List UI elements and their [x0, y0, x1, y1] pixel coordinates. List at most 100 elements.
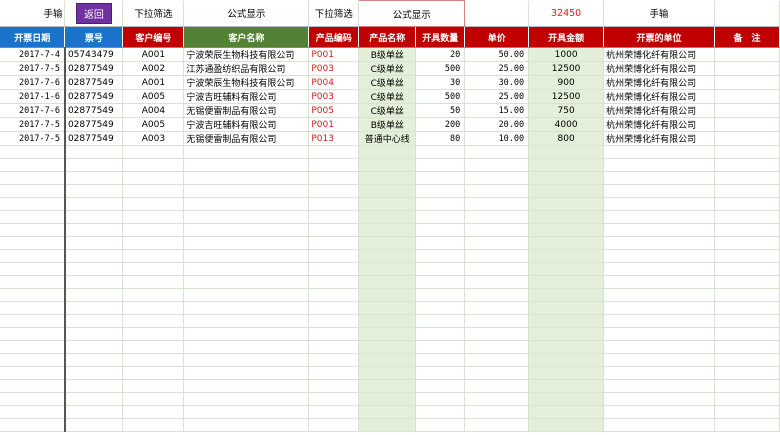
cell-amount[interactable]: [528, 288, 605, 302]
cell-invoice-no[interactable]: 02877549: [63, 75, 124, 90]
cell-product-code[interactable]: P001: [308, 117, 360, 132]
cell-remarks[interactable]: [714, 197, 780, 211]
cell-customer-id[interactable]: [122, 301, 185, 315]
cell-customer-name[interactable]: [183, 145, 310, 159]
cell-product-code[interactable]: [308, 392, 360, 406]
cell-remarks[interactable]: [714, 327, 780, 341]
cell-unit-price[interactable]: [464, 327, 530, 341]
cell-customer-id[interactable]: [122, 353, 185, 367]
cell-amount[interactable]: 900: [528, 75, 605, 90]
cell-quantity[interactable]: [415, 184, 466, 198]
cell-date[interactable]: [0, 223, 66, 237]
cell-customer-id[interactable]: [122, 275, 185, 289]
cell-issuer[interactable]: 杭州荣博化纤有限公司: [603, 61, 716, 76]
cell-remarks[interactable]: [714, 262, 780, 276]
cell-product-code[interactable]: [308, 418, 360, 432]
cell-date[interactable]: [0, 301, 66, 315]
cell-product-name[interactable]: [358, 366, 417, 380]
cell-issuer[interactable]: [603, 392, 716, 406]
cell-issuer[interactable]: [603, 197, 716, 211]
cell-customer-name[interactable]: [183, 392, 310, 406]
cell-unit-price[interactable]: [464, 223, 530, 237]
cell-date[interactable]: 2017-1-6: [0, 89, 66, 104]
cell-remarks[interactable]: [714, 103, 780, 118]
cell-customer-name[interactable]: [183, 171, 310, 185]
cell-quantity[interactable]: [415, 171, 466, 185]
cell-invoice-no[interactable]: 02877549: [63, 61, 124, 76]
cell-date[interactable]: [0, 340, 66, 354]
cell-amount[interactable]: [528, 340, 605, 354]
cell-invoice-no[interactable]: 05743479: [63, 47, 124, 62]
cell-issuer[interactable]: 杭州荣博化纤有限公司: [603, 89, 716, 104]
cell-product-name[interactable]: [358, 327, 417, 341]
cell-remarks[interactable]: [714, 249, 780, 263]
cell-product-name[interactable]: [358, 184, 417, 198]
cell-quantity[interactable]: [415, 314, 466, 328]
cell-invoice-no[interactable]: [63, 340, 124, 354]
cell-customer-name[interactable]: [183, 249, 310, 263]
cell-amount[interactable]: 12500: [528, 61, 605, 76]
cell-customer-name[interactable]: [183, 223, 310, 237]
cell-product-name[interactable]: [358, 197, 417, 211]
cell-issuer[interactable]: [603, 275, 716, 289]
cell-invoice-no[interactable]: [63, 353, 124, 367]
cell-invoice-no[interactable]: [63, 366, 124, 380]
cell-amount[interactable]: 750: [528, 103, 605, 118]
cell-issuer[interactable]: [603, 405, 716, 419]
cell-product-code[interactable]: [308, 288, 360, 302]
cell-customer-name[interactable]: [183, 353, 310, 367]
cell-date[interactable]: [0, 314, 66, 328]
cell-date[interactable]: 2017-7-6: [0, 103, 66, 118]
cell-date[interactable]: 2017-7-5: [0, 61, 66, 76]
cell-product-code[interactable]: [308, 210, 360, 224]
cell-amount[interactable]: [528, 184, 605, 198]
cell-remarks[interactable]: [714, 288, 780, 302]
cell-product-code[interactable]: [308, 236, 360, 250]
cell-unit-price[interactable]: [464, 418, 530, 432]
cell-product-name[interactable]: B级单丝: [358, 47, 417, 62]
cell-customer-id[interactable]: [122, 327, 185, 341]
cell-unit-price[interactable]: [464, 184, 530, 198]
cell-customer-id[interactable]: [122, 171, 185, 185]
cell-product-name[interactable]: [358, 171, 417, 185]
cell-remarks[interactable]: [714, 236, 780, 250]
cell-product-code[interactable]: [308, 327, 360, 341]
cell-product-code[interactable]: [308, 301, 360, 315]
cell-date[interactable]: [0, 288, 66, 302]
cell-quantity[interactable]: [415, 301, 466, 315]
cell-quantity[interactable]: [415, 379, 466, 393]
cell-invoice-no[interactable]: [63, 301, 124, 315]
cell-product-name[interactable]: [358, 405, 417, 419]
cell-issuer[interactable]: [603, 340, 716, 354]
cell-customer-name[interactable]: [183, 366, 310, 380]
cell-issuer[interactable]: [603, 249, 716, 263]
cell-date[interactable]: [0, 236, 66, 250]
cell-unit-price[interactable]: [464, 158, 530, 172]
header-product-code[interactable]: 产品编码: [308, 26, 360, 48]
cell-unit-price[interactable]: [464, 236, 530, 250]
cell-issuer[interactable]: [603, 145, 716, 159]
cell-remarks[interactable]: [714, 405, 780, 419]
cell-customer-id[interactable]: [122, 145, 185, 159]
cell-amount[interactable]: [528, 223, 605, 237]
cell-amount[interactable]: [528, 366, 605, 380]
cell-product-name[interactable]: [358, 288, 417, 302]
cell-product-code[interactable]: [308, 366, 360, 380]
cell-product-name[interactable]: [358, 262, 417, 276]
cell-date[interactable]: [0, 184, 66, 198]
cell-customer-name[interactable]: [183, 236, 310, 250]
cell-date[interactable]: 2017-7-5: [0, 117, 66, 132]
cell-customer-id[interactable]: A005: [122, 117, 185, 132]
cell-product-code[interactable]: [308, 353, 360, 367]
cell-unit-price[interactable]: 25.00: [464, 89, 530, 104]
cell-quantity[interactable]: 20: [415, 47, 466, 62]
cell-unit-price[interactable]: [464, 392, 530, 406]
cell-quantity[interactable]: [415, 392, 466, 406]
cell-quantity[interactable]: [415, 236, 466, 250]
cell-amount[interactable]: [528, 301, 605, 315]
cell-issuer[interactable]: [603, 288, 716, 302]
cell-amount[interactable]: [528, 418, 605, 432]
cell-amount[interactable]: [528, 171, 605, 185]
cell-amount[interactable]: [528, 249, 605, 263]
cell-amount[interactable]: 4000: [528, 117, 605, 132]
